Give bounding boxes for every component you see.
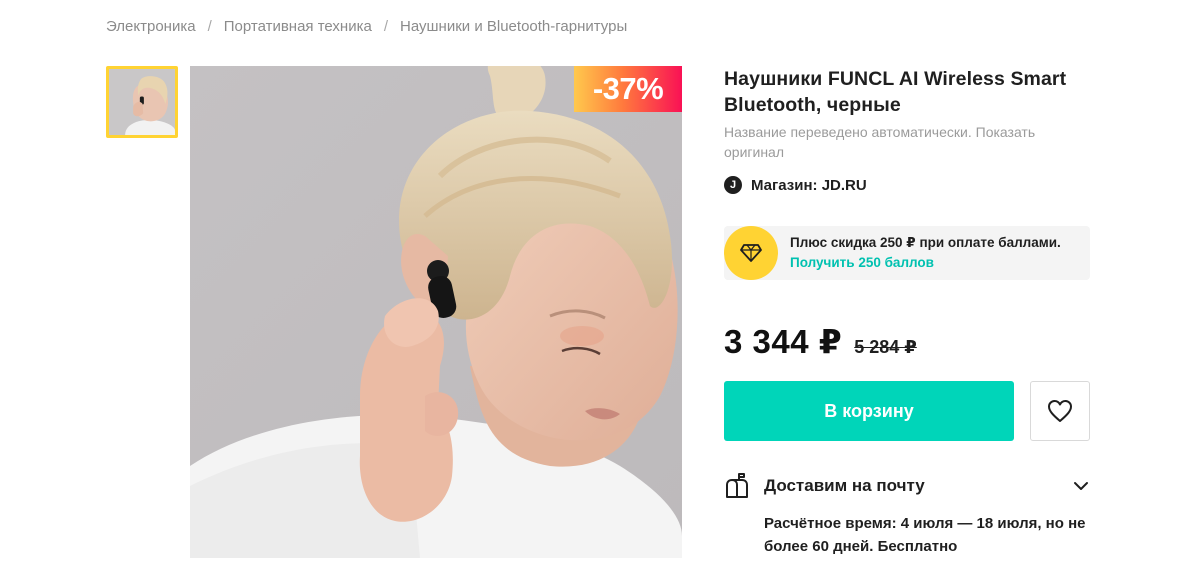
breadcrumb-item-portable[interactable]: Портативная техника <box>224 18 372 35</box>
delivery-section: Доставим на почту Расчётное время: 4 июл… <box>724 472 1090 558</box>
shop-link[interactable]: J Магазин: JD.RU <box>724 175 1090 195</box>
breadcrumb-item-headphones[interactable]: Наушники и Bluetooth-гарнитуры <box>400 18 627 35</box>
favorite-button[interactable] <box>1030 381 1090 441</box>
delivery-estimate: Расчётное время: 4 июля — 18 июля, но не… <box>764 515 1086 555</box>
thumbnail-image <box>109 69 175 135</box>
translation-note-text: Название переведено автоматически. <box>724 124 972 140</box>
breadcrumb-separator: / <box>383 17 389 35</box>
shop-logo-icon: J <box>724 176 742 194</box>
translation-note: Название переведено автоматически. Показ… <box>724 122 1090 162</box>
add-to-cart-button[interactable]: В корзину <box>724 381 1014 441</box>
plus-offer: Плюс скидка 250 ₽ при оплате баллами. По… <box>724 226 1090 280</box>
product-info: Наушники FUNCL AI Wireless Smart Bluetoo… <box>724 66 1090 555</box>
breadcrumb: Электроника / Портативная техника / Науш… <box>106 16 627 36</box>
delivery-title: Доставим на почту <box>764 476 925 495</box>
plus-offer-text: Плюс скидка 250 ₽ при оплате баллами. <box>790 235 1061 250</box>
diamond-icon <box>724 226 778 280</box>
discount-badge: -37% <box>574 66 682 112</box>
heart-icon <box>1048 400 1072 422</box>
delivery-header[interactable]: Доставим на почту <box>724 472 1090 500</box>
product-photo <box>190 66 682 558</box>
product-title: Наушники FUNCL AI Wireless Smart Bluetoo… <box>724 68 1067 116</box>
current-price: 3 344 ₽ <box>724 323 843 360</box>
mailbox-icon <box>726 473 748 498</box>
breadcrumb-separator: / <box>207 17 212 35</box>
breadcrumb-item-electronics[interactable]: Электроника <box>106 18 196 35</box>
product-main-image[interactable]: -37% <box>190 66 682 558</box>
get-points-link[interactable]: Получить 250 баллов <box>790 253 1061 273</box>
product-thumbnail[interactable] <box>106 66 178 138</box>
shop-label: Магазин: JD.RU <box>751 176 867 194</box>
chevron-down-icon[interactable] <box>1072 477 1090 495</box>
price-row: 3 344 ₽ 5 284 ₽ <box>724 322 917 361</box>
old-price: 5 284 ₽ <box>854 337 917 357</box>
